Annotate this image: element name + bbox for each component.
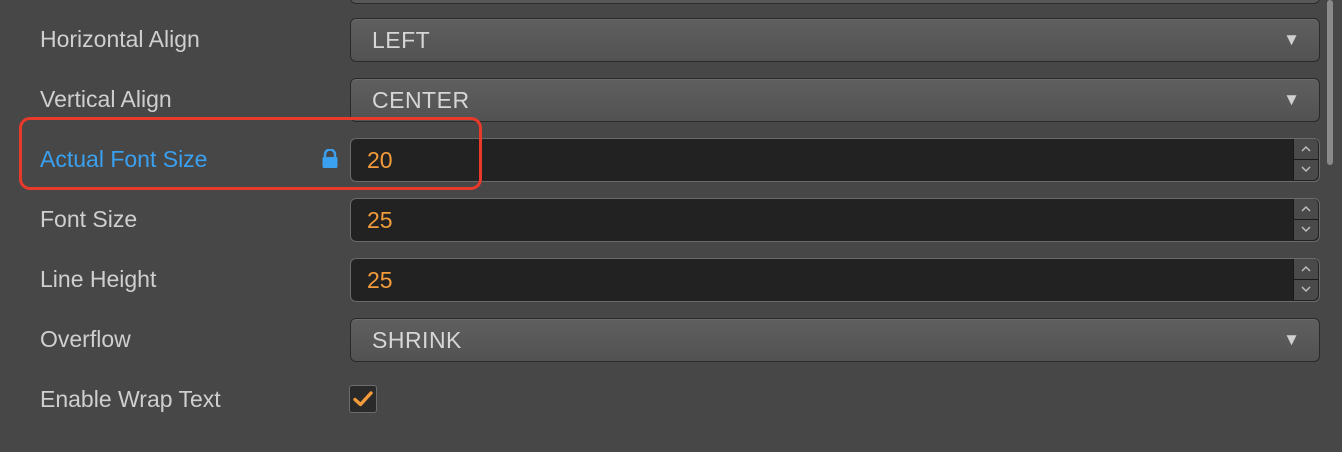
caret-down-icon: ▼ [1283, 30, 1300, 49]
vertical-align-dropdown[interactable]: CENTER ▼ [350, 78, 1320, 122]
caret-down-icon: ▼ [1283, 330, 1300, 349]
chevron-down-icon [1301, 226, 1311, 233]
line-height-input[interactable]: 25 [350, 258, 1320, 302]
overflow-label: Overflow [40, 326, 131, 352]
scrollbar[interactable] [1327, 0, 1333, 165]
actual-font-size-input[interactable]: 20 [350, 138, 1320, 182]
enable-wrap-text-label: Enable Wrap Text [40, 386, 221, 412]
overflow-value: SHRINK [372, 327, 462, 353]
enable-wrap-text-checkbox[interactable] [349, 385, 377, 413]
vertical-align-label: Vertical Align [40, 86, 172, 112]
horizontal-align-dropdown[interactable]: LEFT ▼ [350, 18, 1320, 62]
horizontal-align-value: LEFT [372, 27, 431, 53]
actual-font-size-stepper[interactable] [1293, 139, 1319, 181]
line-height-value: 25 [367, 267, 393, 293]
stepper-up-button[interactable] [1294, 259, 1318, 280]
font-size-stepper[interactable] [1293, 199, 1319, 241]
chevron-up-icon [1301, 205, 1311, 212]
stepper-down-button[interactable] [1294, 160, 1318, 180]
font-size-value: 25 [367, 207, 393, 233]
inspector-panel: Horizontal Align LEFT ▼ Vertical Align C… [0, 0, 1342, 452]
horizontal-align-label: Horizontal Align [40, 26, 200, 52]
stepper-up-button[interactable] [1294, 199, 1318, 220]
chevron-down-icon [1301, 286, 1311, 293]
vertical-align-value: CENTER [372, 87, 470, 113]
stepper-down-button[interactable] [1294, 280, 1318, 300]
stepper-down-button[interactable] [1294, 220, 1318, 240]
caret-down-icon: ▼ [1283, 90, 1300, 109]
chevron-up-icon [1301, 145, 1311, 152]
highlight-box [19, 117, 482, 190]
previous-field-edge[interactable] [350, 0, 1320, 4]
line-height-label: Line Height [40, 266, 157, 292]
checkmark-icon [353, 391, 373, 407]
font-size-label: Font Size [40, 206, 138, 232]
overflow-dropdown[interactable]: SHRINK ▼ [350, 318, 1320, 362]
chevron-up-icon [1301, 265, 1311, 272]
line-height-stepper[interactable] [1293, 259, 1319, 301]
font-size-input[interactable]: 25 [350, 198, 1320, 242]
chevron-down-icon [1301, 166, 1311, 173]
stepper-up-button[interactable] [1294, 139, 1318, 160]
